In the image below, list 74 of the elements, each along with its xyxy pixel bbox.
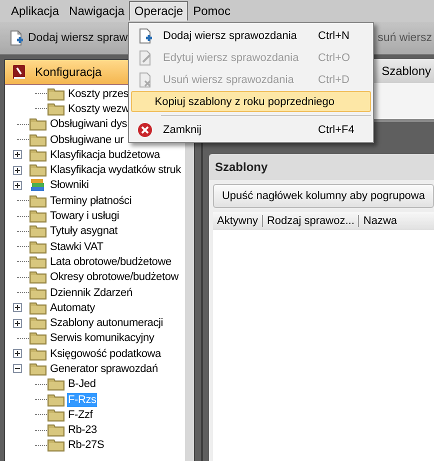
close-icon <box>137 122 153 138</box>
tree-item[interactable]: Szablony autonumeracji <box>49 316 164 330</box>
tree-item[interactable]: Koszty przes <box>67 86 130 101</box>
tree-item[interactable]: Klasyfikacja budżetowa <box>49 148 161 162</box>
folder-icon <box>47 86 65 101</box>
folder-icon <box>47 392 65 407</box>
add-document-icon <box>8 30 24 46</box>
menu-bar-item[interactable]: Nawigacja <box>64 1 130 21</box>
tree-item[interactable]: Klasyfikacja wydatków struk <box>49 163 182 178</box>
toolbar-button[interactable]: suń wiersz <box>376 30 434 46</box>
column-header[interactable]: Rodzaj sprawoz... <box>262 215 360 227</box>
folder-icon <box>47 377 65 392</box>
expander-icon[interactable] <box>13 364 22 374</box>
tree-item[interactable]: Towary i usługi <box>49 209 120 224</box>
folder-icon <box>29 362 47 376</box>
panel-title: Szablony <box>214 159 269 176</box>
tree-item[interactable]: Tytuły asygnat <box>49 224 119 238</box>
folder-icon <box>29 254 47 269</box>
expander-icon[interactable] <box>13 349 22 358</box>
add-document-icon <box>137 28 153 44</box>
delete-document-icon <box>137 72 153 88</box>
tree-item[interactable]: Automaty <box>49 300 96 315</box>
folder-icon <box>29 270 47 284</box>
menu-bar-item[interactable]: Pomoc <box>188 1 236 21</box>
folder-icon <box>47 438 65 452</box>
group-by-area: Upuść nagłówek kolumny aby pogrupowa <box>212 184 434 208</box>
folder-icon <box>29 300 47 315</box>
folder-icon <box>29 132 47 147</box>
folder-icon <box>29 316 47 330</box>
tree-item[interactable]: Słowniki <box>49 178 90 192</box>
tree-item[interactable]: Generator sprawozdań <box>49 362 159 376</box>
column-header[interactable]: Nazwa <box>359 215 402 227</box>
menu-item[interactable]: Kopiuj szablony z roku poprzedniego <box>131 91 371 112</box>
expander-icon[interactable] <box>13 180 22 190</box>
folder-icon <box>29 224 47 238</box>
tree-item[interactable]: Terminy płatności <box>49 194 133 208</box>
tree-item[interactable]: B-Jed <box>67 377 97 392</box>
expander-icon[interactable] <box>13 150 22 160</box>
menu-bar-item[interactable]: Aplikacja <box>6 1 64 21</box>
folder-icon <box>47 408 65 422</box>
books-icon <box>29 178 47 192</box>
tree-item[interactable]: Dziennik Zdarzeń <box>49 286 134 300</box>
tree-item[interactable]: F-Zzf <box>67 408 94 422</box>
tree-item[interactable]: Rb-27S <box>67 438 106 452</box>
expander-icon[interactable] <box>13 303 22 312</box>
book-wrench-icon <box>11 64 27 80</box>
folder-icon <box>29 117 47 132</box>
menu-item[interactable]: Dodaj wiersz sprawozdania Ctrl+N <box>131 25 371 46</box>
tree-item[interactable]: Okresy obrotowe/budżetow <box>49 270 180 284</box>
folder-icon <box>29 194 47 208</box>
panel-title: Konfiguracja <box>35 65 102 79</box>
templates-button[interactable]: Szablony <box>380 62 434 80</box>
column-header[interactable]: Aktywny <box>212 215 263 227</box>
folder-icon <box>29 209 47 224</box>
folder-icon <box>29 286 47 300</box>
tree-item[interactable]: Lata obrotowe/budżetowe <box>49 254 172 269</box>
tree-item[interactable]: Serwis komunikacyjny <box>49 331 156 346</box>
edit-document-icon <box>137 50 153 66</box>
tree-item[interactable]: Księgowość podatkowa <box>49 346 162 361</box>
folder-icon <box>29 346 47 361</box>
expander-icon[interactable] <box>13 166 22 175</box>
folder-icon <box>47 423 65 438</box>
tree-item[interactable]: Obsługiwane ur <box>49 132 125 147</box>
menu-item[interactable]: Zamknij Ctrl+F4 <box>131 119 371 140</box>
folder-icon <box>29 163 47 178</box>
tree-item[interactable]: Rb-23 <box>67 423 98 438</box>
folder-icon <box>47 102 65 116</box>
folder-icon <box>29 331 47 346</box>
tree-item[interactable]: Obsługiwani dys <box>49 117 128 132</box>
folder-icon <box>29 148 47 162</box>
expander-icon[interactable] <box>13 318 22 328</box>
menu-bar-item[interactable]: Operacje <box>129 1 188 21</box>
folder-icon <box>29 240 47 254</box>
tree-item[interactable]: Stawki VAT <box>49 240 104 254</box>
